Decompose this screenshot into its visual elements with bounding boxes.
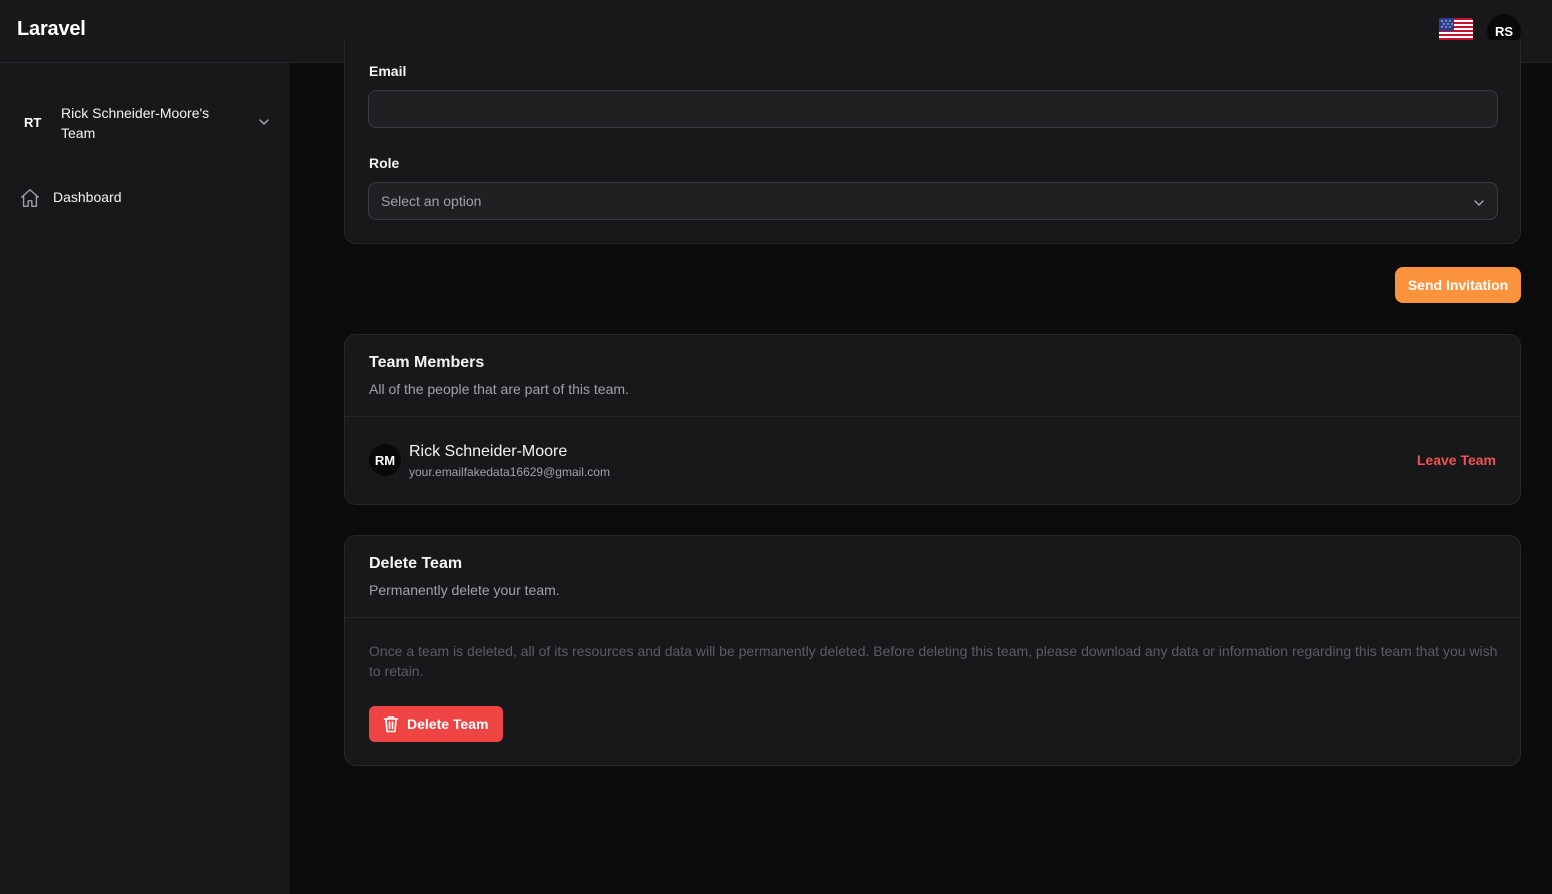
chevron-down-icon xyxy=(258,115,270,127)
team-members-card: Team Members All of the people that are … xyxy=(344,334,1521,505)
send-invitation-button[interactable]: Send Invitation xyxy=(1395,267,1521,303)
role-select-placeholder: Select an option xyxy=(381,193,482,209)
home-icon xyxy=(19,187,39,207)
card-subtitle: Permanently delete your team. xyxy=(369,582,560,598)
avatar: RM xyxy=(369,444,401,476)
email-label: Email xyxy=(369,63,407,79)
role-label: Role xyxy=(369,155,400,171)
delete-description: Once a team is deleted, all of its resou… xyxy=(369,643,1498,679)
team-name: Rick Schneider-Moore's Team xyxy=(61,105,210,141)
member-email: your.emailfakedata16629@gmail.com xyxy=(409,465,610,479)
app-logo[interactable]: Laravel xyxy=(17,18,86,41)
email-field[interactable] xyxy=(368,90,1498,128)
team-initials: RT xyxy=(24,115,42,130)
sidebar-item-dashboard[interactable]: Dashboard xyxy=(16,185,274,213)
delete-team-button[interactable]: Delete Team xyxy=(369,706,503,742)
divider xyxy=(345,416,1520,417)
delete-team-label: Delete Team xyxy=(407,716,489,732)
invite-form-card: Email Role Select an option xyxy=(344,40,1521,244)
role-select[interactable]: Select an option xyxy=(368,182,1498,220)
card-title: Team Members xyxy=(369,354,485,371)
member-name: Rick Schneider-Moore xyxy=(409,443,568,460)
sidebar: RT Rick Schneider-Moore's Team Dashboard xyxy=(0,63,290,894)
team-switcher[interactable]: RT Rick Schneider-Moore's Team xyxy=(0,99,290,145)
chevron-down-icon xyxy=(1473,196,1485,208)
delete-team-card: Delete Team Permanently delete your team… xyxy=(344,535,1521,766)
sidebar-item-label: Dashboard xyxy=(53,189,122,205)
card-subtitle: All of the people that are part of this … xyxy=(369,381,629,397)
card-title: Delete Team xyxy=(369,555,463,572)
divider xyxy=(345,617,1520,618)
leave-team-button[interactable]: Leave Team xyxy=(1417,452,1496,468)
trash-icon xyxy=(383,715,399,733)
